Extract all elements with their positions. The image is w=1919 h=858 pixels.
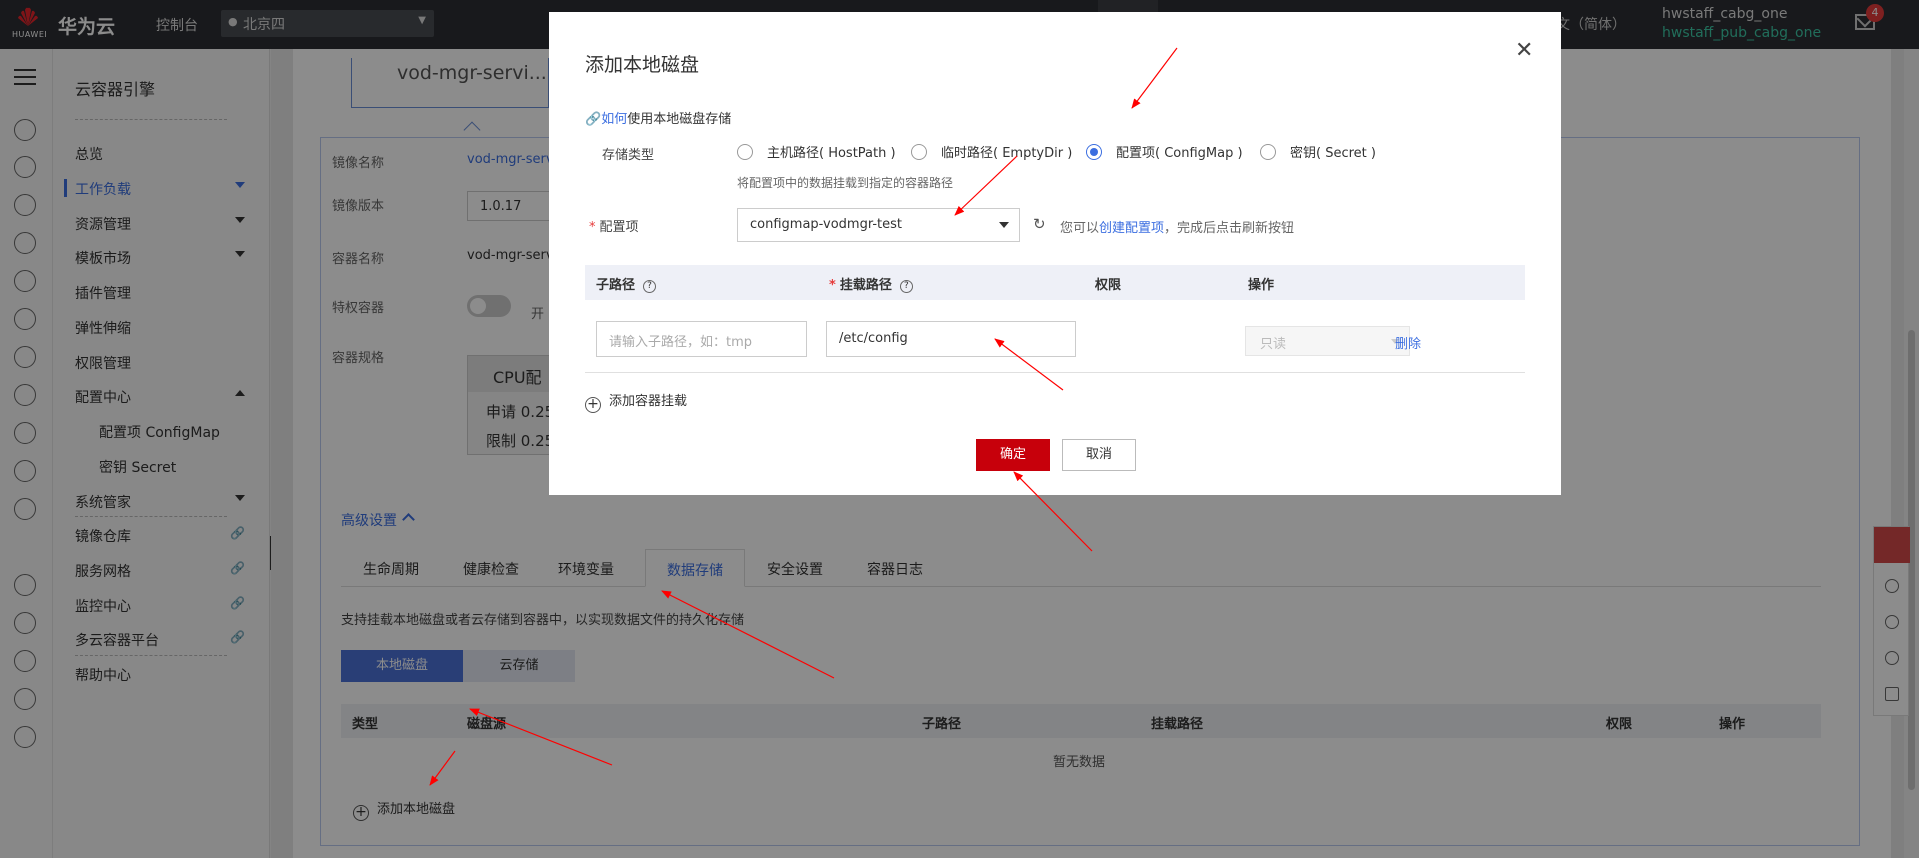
radio-hint: 将配置项中的数据挂载到指定的容器路径 [737,176,954,190]
cancel-button[interactable]: 取消 [1062,439,1136,471]
link-icon: 🔗 [585,112,602,127]
radio-emptydir[interactable]: 临时路径( EmptyDir ) [911,142,1072,161]
howto-link[interactable]: 🔗如何使用本地磁盘存储 [585,108,731,127]
refresh-hint: 您可以创建配置项，完成后点击刷新按钮 [1060,217,1294,236]
required-mark: * [589,220,596,235]
radio-label: 配置项( ConfigMap ) [1116,146,1243,161]
howto-text: 使用本地磁盘存储 [627,112,732,127]
column-header-text: 子路径 [596,278,636,293]
configmap-select[interactable]: configmap-vodmgr-test [737,208,1020,242]
radio-circle [911,144,927,160]
subpath-input[interactable]: 请输入子路径，如：tmp [596,321,807,357]
confirm-button[interactable]: 确定 [976,439,1050,471]
mount-path-input[interactable]: /etc/config [826,321,1076,357]
column-header-permission: 权限 [1095,278,1122,293]
required-mark: * [829,278,836,293]
chevron-down-icon [999,222,1009,228]
column-header-text: 挂载路径 [839,278,892,293]
column-header-operation: 操作 [1248,278,1275,293]
mount-row: 请输入子路径，如：tmp /etc/config 只读 删除 [585,300,1525,373]
radio-circle [737,144,753,160]
help-icon[interactable]: ? [643,280,657,293]
config-label: * 配置项 [589,216,639,235]
plus-circle-icon: + [585,397,601,413]
close-icon[interactable]: ✕ [1515,38,1533,63]
permission-value: 只读 [1260,337,1287,352]
create-configmap-link[interactable]: 创建配置项 [1099,221,1164,236]
radio-circle [1260,144,1276,160]
mount-table-header: 子路径? * 挂载路径? 权限 操作 [585,265,1525,300]
radio-configmap[interactable]: 配置项( ConfigMap ) [1086,142,1243,161]
column-header-subpath: 子路径? [596,274,657,293]
dialog-title: 添加本地磁盘 [585,54,700,76]
howto-link-text: 如何 [601,112,628,127]
radio-hostpath[interactable]: 主机路径( HostPath ) [737,142,896,161]
config-label-text: 配置项 [599,220,639,235]
add-mount-label: 添加容器挂载 [609,394,688,409]
help-icon[interactable]: ? [899,280,913,293]
radio-secret[interactable]: 密钥( Secret ) [1260,142,1376,161]
configmap-select-value: configmap-vodmgr-test [750,217,902,232]
refresh-hint-suffix: ，完成后点击刷新按钮 [1164,221,1295,236]
delete-link[interactable]: 删除 [1395,333,1421,352]
add-local-disk-dialog: 添加本地磁盘 ✕ 🔗如何使用本地磁盘存储 存储类型 主机路径( HostPath… [549,12,1561,495]
permission-select[interactable]: 只读 [1245,326,1410,356]
radio-label: 临时路径( EmptyDir ) [941,146,1073,161]
column-header-mount-path: * 挂载路径? [829,274,913,293]
radio-label: 主机路径( HostPath ) [767,146,896,161]
radio-label: 密钥( Secret ) [1290,146,1376,161]
add-container-mount-button[interactable]: + 添加容器挂载 [585,390,687,413]
refresh-hint-prefix: 您可以 [1060,221,1100,236]
radio-circle-selected [1086,144,1102,160]
refresh-icon[interactable]: ↻ [1033,215,1046,233]
storage-type-label: 存储类型 [602,148,655,163]
